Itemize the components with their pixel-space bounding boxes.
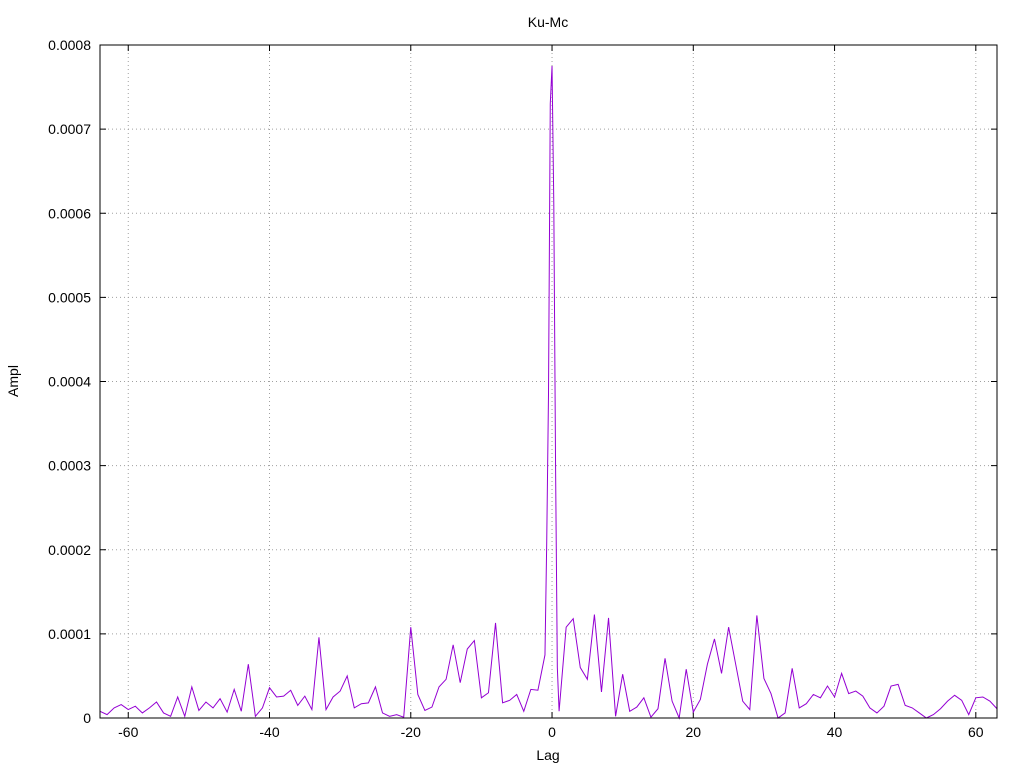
x-tick-label: 20 [686,724,702,740]
chart-title: Ku-Mc [528,14,568,30]
y-tick-label: 0.0008 [48,37,91,53]
y-axis-label: Ampl [5,365,21,397]
x-tick-label: 60 [968,724,984,740]
series-line [99,66,998,720]
x-tick-label: 40 [827,724,843,740]
y-tick-label: 0.0005 [48,289,91,305]
y-tick-label: 0.0006 [48,205,91,221]
series-layer [99,66,998,720]
y-tick-label: 0.0002 [48,542,91,558]
y-tick-label: 0.0001 [48,626,91,642]
chart-container: -60 -40 -20 0 20 40 60 0 0.0001 0.0002 0.0003 0.00… [0,0,1024,768]
line-chart: -60 -40 -20 0 20 40 60 0 0.0001 0.0002 0.0003 0.00… [5,14,998,763]
x-tick-labels: -60 -40 -20 0 20 40 60 [118,724,984,740]
x-tick-label: 0 [548,724,556,740]
x-axis-label: Lag [536,747,559,763]
x-tick-label: -40 [259,724,279,740]
y-tick-label: 0.0004 [48,374,91,390]
y-tick-labels: 0 0.0001 0.0002 0.0003 0.0004 0.0005 0.0006 0.0… [48,37,91,726]
y-tick-label: 0.0007 [48,121,91,137]
x-tick-label: -20 [401,724,421,740]
y-tick-label: 0.0003 [48,458,91,474]
y-tick-label: 0 [83,710,91,726]
x-tick-label: -60 [118,724,138,740]
